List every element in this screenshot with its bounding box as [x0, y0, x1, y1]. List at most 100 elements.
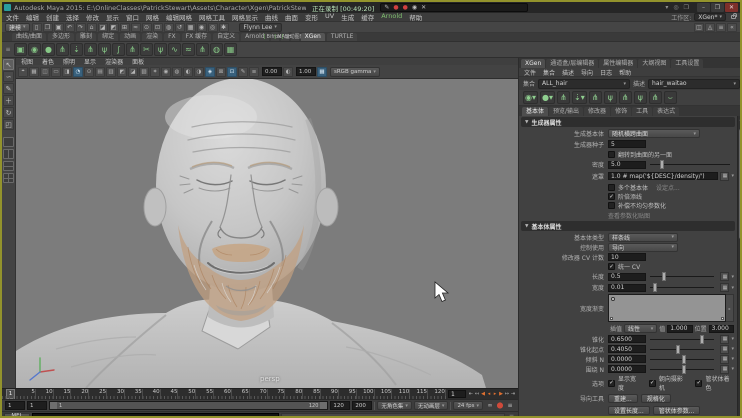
render-current-frame-icon[interactable]: ◉ — [197, 23, 207, 32]
add-guides-icon[interactable]: ⋔ — [84, 43, 97, 56]
xgen-tab[interactable]: 预览/输出 — [549, 107, 583, 116]
menu-item[interactable]: 缓存 — [361, 12, 374, 22]
mask-map-icon[interactable]: ▦ — [720, 172, 729, 181]
tube-shade-checkbox[interactable]: ✓ — [695, 380, 702, 387]
shelf-tab[interactable]: 渲染 — [142, 33, 162, 41]
plane-toggle-icon[interactable]: ⊡ — [227, 67, 237, 77]
motion-blur-icon[interactable]: ◐ — [183, 67, 193, 77]
resolution-gate-icon[interactable]: ▭ — [51, 67, 61, 77]
length-slider[interactable] — [650, 276, 714, 277]
animation-end-field[interactable]: 200 — [352, 401, 372, 410]
collection-selector[interactable]: ALL_hair ▾ — [538, 79, 630, 89]
clump-brush-icon[interactable]: ψ — [154, 43, 167, 56]
layout-single-button[interactable] — [3, 137, 14, 147]
range-fill[interactable]: 1 120 — [57, 402, 320, 409]
xgen-sculpt-guides-icon[interactable]: ψ — [604, 91, 617, 104]
taper-field[interactable]: 0.6500 — [608, 335, 646, 343]
current-frame-marker[interactable]: 1 — [6, 389, 15, 399]
mask-expression-field[interactable]: 1.0 # map('${DESC}/density/') — [608, 172, 718, 180]
taper-start-slider[interactable] — [650, 349, 714, 350]
stop-recording-icon[interactable]: ✕ — [421, 4, 426, 11]
go-to-end-button[interactable]: ⇥ — [510, 390, 516, 399]
around-n-field[interactable]: 0.0000 — [608, 365, 646, 373]
xgen-window-icon[interactable]: ▣ — [14, 43, 27, 56]
ramp-position-field[interactable]: 3.000 — [709, 325, 734, 333]
viewport-menu-item[interactable]: 着色 — [42, 57, 54, 66]
menu-item[interactable]: 曲面 — [285, 12, 298, 22]
rebuild-button[interactable]: 重建... — [608, 394, 638, 403]
width-field[interactable]: 0.01 — [608, 284, 646, 292]
generator-section-header[interactable]: ▼ 生成器属性 — [521, 117, 735, 127]
symmetry-toggle-icon[interactable]: ◫ — [694, 23, 704, 32]
paint-select-tool-icon[interactable]: ✎ — [3, 83, 14, 94]
save-scene-icon[interactable]: ▣ — [54, 23, 64, 32]
minimize-button[interactable]: – — [697, 3, 710, 12]
tray-search-icon[interactable]: ◎ — [673, 4, 678, 11]
ramp-interp-selector[interactable]: 线性 ▾ — [624, 324, 657, 333]
multisample-icon[interactable]: ◑ — [194, 67, 204, 77]
chevron-down-icon[interactable]: ▾ — [731, 173, 734, 179]
density-slider[interactable] — [650, 164, 730, 165]
shelf-tab[interactable]: FX 缓存 — [182, 33, 211, 41]
guides-from-curves-icon[interactable]: ∫ — [112, 43, 125, 56]
xgen-tab[interactable]: 修改器 — [584, 107, 610, 116]
flip-checkbox[interactable] — [608, 151, 615, 158]
shelf-tab[interactable]: 运动图形 — [291, 32, 299, 41]
animation-start-field[interactable]: 1 — [5, 401, 25, 410]
playback-end-field[interactable]: 120 — [330, 401, 350, 410]
lock-workspace-icon[interactable] — [731, 15, 736, 19]
menu-item[interactable]: 变形 — [305, 12, 318, 22]
normalize-button[interactable]: 规格化 — [641, 394, 671, 403]
sort-toggle-icon[interactable]: ≡ — [716, 23, 726, 32]
set-length-button[interactable]: 设置长度... — [608, 406, 650, 415]
time-ruler[interactable]: 1 51015202530354045505560657075808590951… — [2, 389, 446, 399]
open-render-view-icon[interactable]: ▦ — [186, 23, 196, 32]
shelf-tab[interactable]: 雕刻 — [76, 33, 96, 41]
primitive-type-selector[interactable]: 样条线 ▾ — [608, 233, 678, 242]
length-field[interactable]: 0.5 — [608, 273, 646, 281]
grid-toggle-icon[interactable]: ▦ — [29, 67, 39, 77]
viewport-menu-item[interactable]: 显示 — [84, 57, 96, 66]
menu-item[interactable]: 编辑 — [26, 12, 39, 22]
shelf-tab[interactable]: 曲线/曲面 — [12, 33, 46, 41]
width-slider[interactable] — [650, 287, 714, 288]
menu-item[interactable]: 选择 — [66, 12, 79, 22]
menu-set-selector[interactable]: 建模 ▾ — [5, 23, 30, 32]
textured-mode-icon[interactable]: ▧ — [139, 67, 149, 77]
rotate-tool-icon[interactable]: ↻ — [3, 107, 14, 118]
snap-to-grid-icon[interactable]: ⊞ — [120, 23, 130, 32]
layout-four-pane-button[interactable] — [3, 173, 14, 183]
comp-uneven-param-checkbox[interactable] — [608, 202, 615, 209]
scrollbar-thumb[interactable] — [739, 129, 742, 239]
xgen-menu-item[interactable]: 文件 — [524, 68, 536, 77]
shelf-tab[interactable]: FX — [164, 33, 180, 41]
create-description-icon[interactable]: ⋔ — [56, 43, 69, 56]
workspace-selector[interactable]: XGen* ▾ — [694, 13, 726, 21]
xgen-preview-refresh-icon[interactable]: ◉ — [28, 43, 41, 56]
ipr-render-icon[interactable]: ◎ — [208, 23, 218, 32]
xgen-menu-item[interactable]: 描述 — [562, 68, 574, 77]
face-camera-checkbox[interactable]: ✓ — [649, 380, 656, 387]
selection-mask-hierarchy-icon[interactable]: ⌂ — [87, 23, 97, 32]
export-patches-icon[interactable]: ▦ — [224, 43, 237, 56]
shelf-tab[interactable]: XGen — [301, 33, 325, 41]
render-settings-icon[interactable]: ✱ — [219, 23, 229, 32]
shelf-menu-icon[interactable]: ≡ — [4, 43, 12, 56]
gate-mask-icon[interactable]: ◨ — [62, 67, 72, 77]
bake-icon[interactable]: ◍ — [210, 43, 223, 56]
multiple-primitives-checkbox[interactable] — [608, 184, 615, 191]
film-gate-icon[interactable]: ◫ — [40, 67, 50, 77]
playback-loop-icon[interactable]: ∞ — [485, 401, 495, 410]
user-preset-selector[interactable]: Flynn Lee ▾ — [239, 23, 282, 32]
xgen-menu-item[interactable]: 日志 — [600, 68, 612, 77]
tray-window-icon[interactable]: ❒ — [684, 4, 689, 11]
menu-item[interactable]: UV — [325, 12, 334, 22]
selection-mask-component-icon[interactable]: ◩ — [109, 23, 119, 32]
description-selector[interactable]: hair_waitao ▾ — [648, 79, 740, 89]
xgen-create-description-icon[interactable]: ⋔ — [557, 91, 570, 104]
gamma-icon[interactable]: ▦ — [317, 67, 327, 77]
xgen-curves-to-guides-icon[interactable]: ⋔ — [619, 91, 632, 104]
control-using-selector[interactable]: 导向 ▾ — [608, 243, 678, 252]
taper-slider[interactable] — [650, 339, 714, 340]
ambient-occlusion-icon[interactable]: ◍ — [172, 67, 182, 77]
